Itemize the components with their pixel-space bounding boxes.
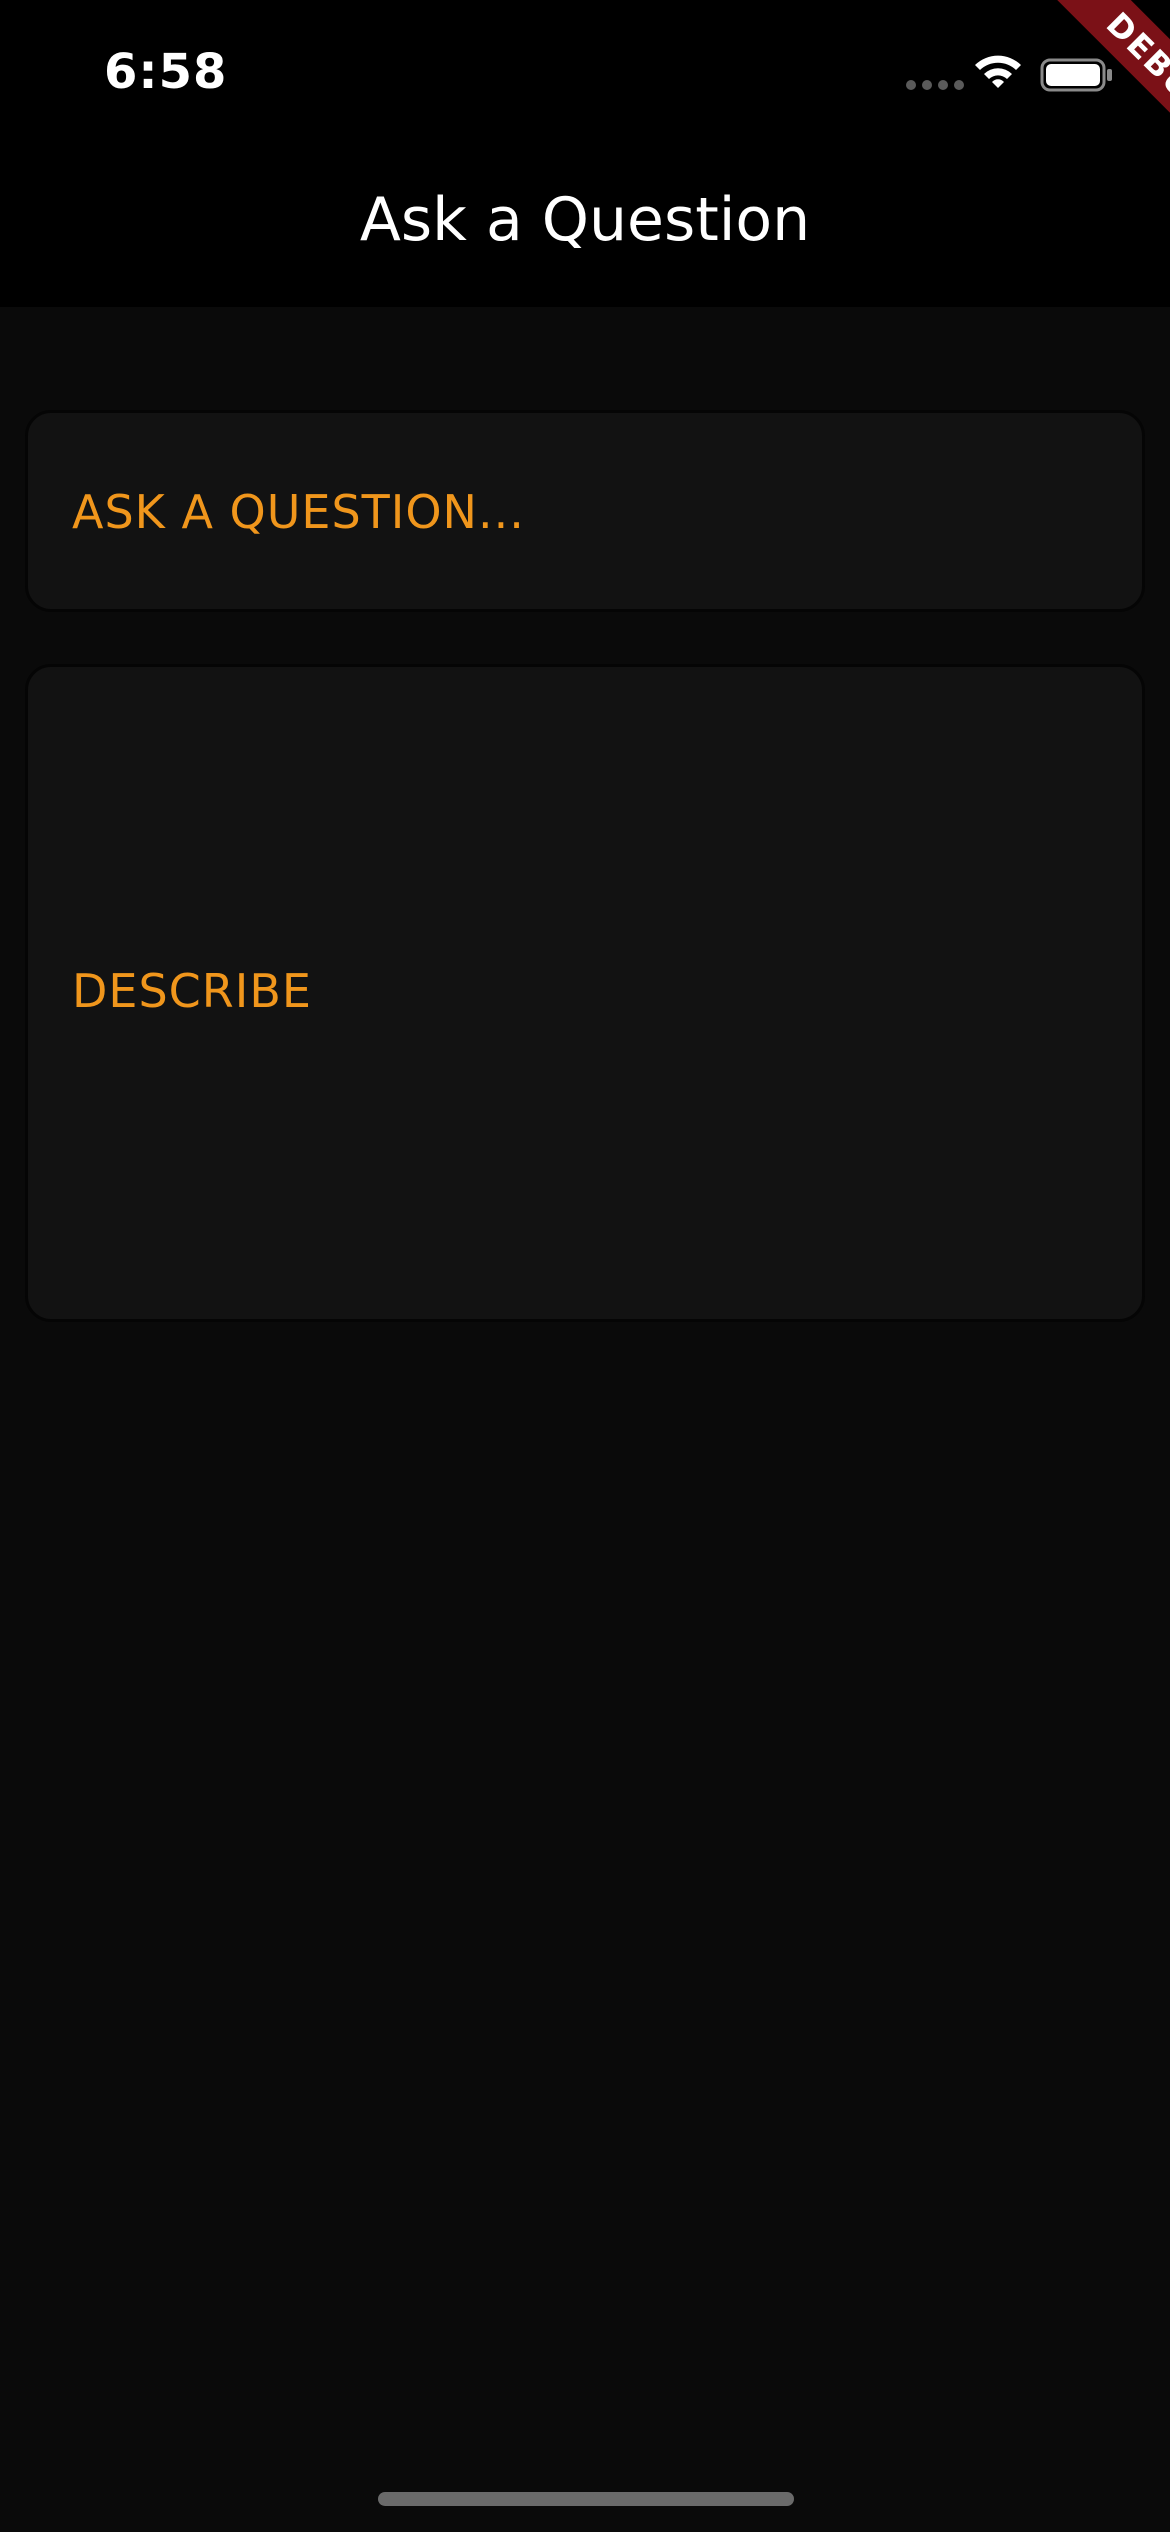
status-bar: 6:58	[0, 0, 1170, 145]
debug-banner-label: DEBUG	[1035, 0, 1170, 170]
cellular-signal-icon	[906, 80, 964, 90]
describe-placeholder: DESCRIBE	[72, 964, 312, 1018]
page-title: Ask a Question	[359, 185, 811, 255]
status-time: 6:58	[104, 44, 228, 100]
debug-banner: DEBUG	[1000, 0, 1170, 170]
describe-input[interactable]: DESCRIBE	[25, 664, 1145, 1322]
question-placeholder: ASK A QUESTION...	[72, 485, 525, 539]
question-input[interactable]: ASK A QUESTION...	[25, 410, 1145, 612]
home-indicator[interactable]	[378, 2492, 794, 2506]
app-bar: Ask a Question	[0, 145, 1170, 307]
